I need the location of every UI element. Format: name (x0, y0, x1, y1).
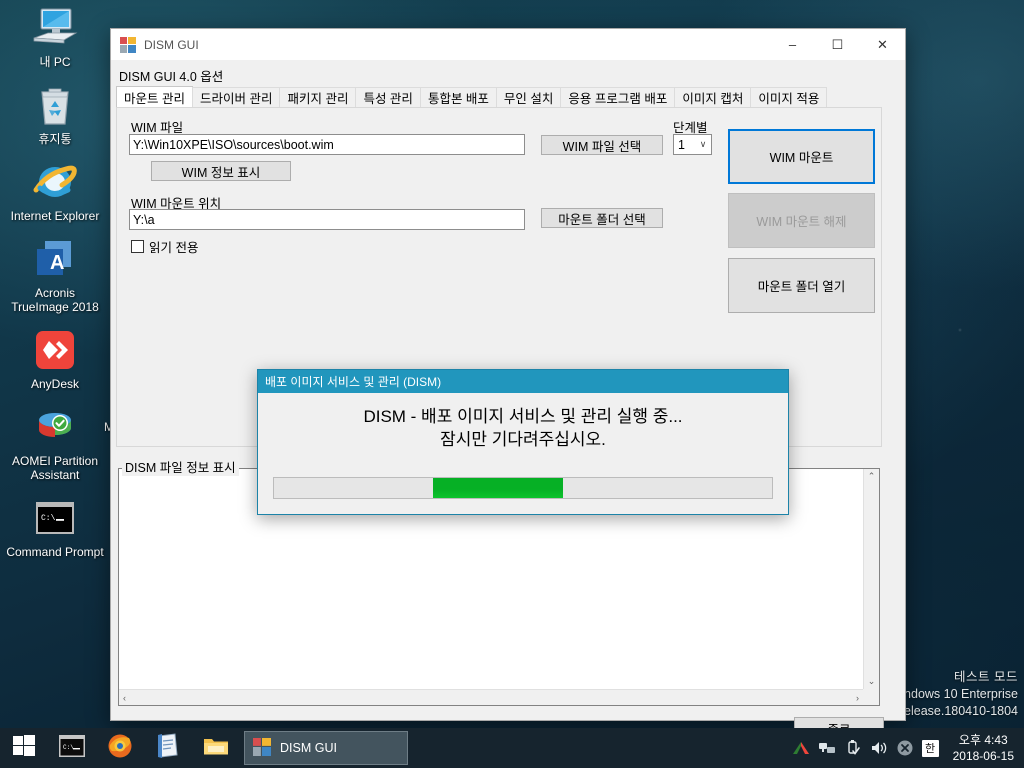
command-prompt-icon: C:\ (31, 494, 79, 542)
step-dropdown-value: 1 (678, 137, 685, 152)
taskbar-item-command-prompt[interactable]: C:\ (48, 728, 96, 768)
desktop-icon-command-prompt[interactable]: C:\ Command Prompt (5, 494, 105, 559)
desktop-icon-recycle-bin[interactable]: 휴지통 (5, 81, 105, 146)
step-dropdown[interactable]: 1 ∨ (673, 134, 712, 155)
tab-driver-management[interactable]: 드라이버 관리 (191, 87, 281, 107)
window-titlebar[interactable]: DISM GUI – ☐ ✕ (111, 29, 905, 60)
scroll-up-icon[interactable]: ⌃ (864, 469, 880, 484)
window-title: DISM GUI (144, 37, 199, 52)
file-explorer-icon (203, 735, 229, 762)
tab-mount-management[interactable]: 마운트 관리 (116, 86, 193, 107)
chevron-down-icon: ∨ (699, 139, 707, 149)
maximize-button[interactable]: ☐ (815, 29, 860, 60)
scroll-right-icon[interactable]: › (852, 691, 863, 705)
volume-icon[interactable] (870, 738, 888, 758)
anydesk-tray-icon[interactable] (792, 738, 810, 758)
desktop-icon-label: Command Prompt (6, 545, 104, 559)
tab-unattended-install[interactable]: 무인 설치 (495, 87, 562, 107)
mount-path-input[interactable]: Y:\a (129, 209, 525, 230)
dialog-message-line-2: 잠시만 기다려주십시오. (440, 430, 606, 449)
taskbar-item-dism-gui[interactable]: DISM GUI (244, 731, 408, 765)
svg-text:C:\: C:\ (41, 514, 56, 523)
action-center-x-icon[interactable] (896, 738, 914, 758)
scroll-down-icon[interactable]: ⌄ (864, 674, 880, 689)
desktop-icon-anydesk[interactable]: AnyDesk (5, 326, 105, 391)
dism-app-icon (120, 36, 136, 53)
tab-integrated-deploy[interactable]: 통합본 배포 (419, 87, 497, 107)
internet-explorer-icon (31, 158, 79, 206)
scroll-left-icon[interactable]: ‹ (119, 691, 130, 705)
dialog-message: DISM - 배포 이미지 서비스 및 관리 실행 중... 잠시만 기다려주십… (258, 405, 788, 451)
ime-label: 한 (925, 743, 936, 755)
tab-strip: 마운트 관리 드라이버 관리 패키지 관리 특성 관리 통합본 배포 무인 설치… (116, 86, 882, 107)
desktop-icon-label: Internet Explorer (10, 209, 100, 223)
start-icon (13, 734, 35, 762)
taskbar-item-file-explorer[interactable] (192, 728, 240, 768)
desktop-icon-my-pc[interactable]: 내 PC (5, 4, 105, 69)
svg-text:A: A (50, 252, 64, 274)
progress-bar-chunk (433, 478, 563, 498)
desktop-icon-label: 내 PC (39, 55, 71, 69)
network-icon[interactable] (818, 738, 836, 758)
desktop-icon-label: 휴지통 (38, 132, 72, 146)
desktop-icon-acronis[interactable]: A Acronis TrueImage 2018 (5, 235, 105, 314)
vertical-scrollbar[interactable]: ⌃ ⌄ (863, 469, 879, 689)
taskbar-item-label: DISM GUI (280, 741, 337, 755)
taskbar-item-notepad[interactable] (144, 728, 192, 768)
notepad-icon (156, 733, 180, 763)
readonly-checkbox[interactable] (131, 240, 144, 253)
readonly-label: 읽기 전용 (149, 241, 199, 255)
usb-safely-remove-icon[interactable] (844, 738, 862, 758)
taskbar-item-firefox[interactable] (96, 728, 144, 768)
output-group-label: DISM 파일 정보 표시 (122, 457, 239, 476)
dialog-body: DISM - 배포 이미지 서비스 및 관리 실행 중... 잠시만 기다려주십… (258, 393, 788, 514)
aomei-icon (31, 403, 79, 451)
tab-image-apply[interactable]: 이미지 적용 (750, 87, 828, 107)
tab-feature-management[interactable]: 특성 관리 (355, 87, 421, 107)
desktop-icon-list: 내 PC 휴지통 Internet Explorer A Acronis Tru… (0, 4, 110, 571)
dialog-titlebar: 배포 이미지 서비스 및 관리 (DISM) (258, 370, 788, 393)
desktop-icon-internet-explorer[interactable]: Internet Explorer (5, 158, 105, 223)
taskbar-clock[interactable]: 오후 4:43 2018-06-15 (953, 732, 1018, 764)
command-prompt-icon: C:\ (59, 734, 85, 762)
select-mount-folder-button[interactable]: 마운트 폴더 선택 (541, 208, 663, 228)
acronis-icon: A (31, 235, 79, 283)
select-wim-file-button[interactable]: WIM 파일 선택 (541, 135, 663, 155)
tab-package-management[interactable]: 패키지 관리 (279, 87, 357, 107)
tab-application-deploy[interactable]: 응용 프로그램 배포 (560, 87, 676, 107)
dism-app-icon (253, 737, 271, 759)
horizontal-scrollbar[interactable]: ‹ › (119, 689, 863, 705)
firefox-icon (107, 733, 133, 764)
desktop-icon-aomei[interactable]: AOMEI Partition Assistant (5, 403, 105, 482)
system-tray: 한 오후 4:43 2018-06-15 (792, 728, 1024, 768)
dialog-title: 배포 이미지 서비스 및 관리 (DISM) (265, 375, 442, 389)
app-caption: DISM GUI 4.0 옵션 (119, 70, 224, 84)
mount-wim-button[interactable]: WIM 마운트 (728, 129, 875, 184)
show-wim-info-button[interactable]: WIM 정보 표시 (151, 161, 291, 181)
taskbar: C:\ DISM GUI 한 오후 4:43 2018-06-15 (0, 728, 1024, 768)
tab-image-capture[interactable]: 이미지 캡처 (674, 87, 752, 107)
korean-ime-icon[interactable]: 한 (921, 739, 939, 757)
desktop-icon-label: Acronis TrueImage 2018 (11, 286, 99, 314)
progress-bar (273, 477, 773, 499)
dialog-message-line-1: DISM - 배포 이미지 서비스 및 관리 실행 중... (363, 407, 683, 426)
anydesk-icon (31, 326, 79, 374)
open-mount-folder-button[interactable]: 마운트 폴더 열기 (728, 258, 875, 313)
start-button[interactable] (0, 728, 48, 768)
clock-time: 오후 4:43 (958, 733, 1008, 747)
minimize-button[interactable]: – (770, 29, 815, 60)
readonly-checkbox-row[interactable]: 읽기 전용 (131, 237, 198, 256)
wim-file-input[interactable]: Y:\Win10XPE\ISO\sources\boot.wim (129, 134, 525, 155)
clock-date: 2018-06-15 (952, 749, 1014, 763)
computer-icon (31, 4, 79, 52)
unmount-wim-button: WIM 마운트 해제 (728, 193, 875, 248)
scrollbar-corner (863, 689, 879, 705)
desktop-icon-label: AOMEI Partition Assistant (11, 454, 99, 482)
desktop-icon-label: AnyDesk (30, 377, 80, 391)
svg-text:C:\: C:\ (63, 744, 74, 751)
dism-progress-dialog: 배포 이미지 서비스 및 관리 (DISM) DISM - 배포 이미지 서비스… (257, 369, 789, 515)
close-button[interactable]: ✕ (860, 29, 905, 60)
window-controls: – ☐ ✕ (770, 29, 905, 60)
recycle-bin-icon (31, 81, 79, 129)
